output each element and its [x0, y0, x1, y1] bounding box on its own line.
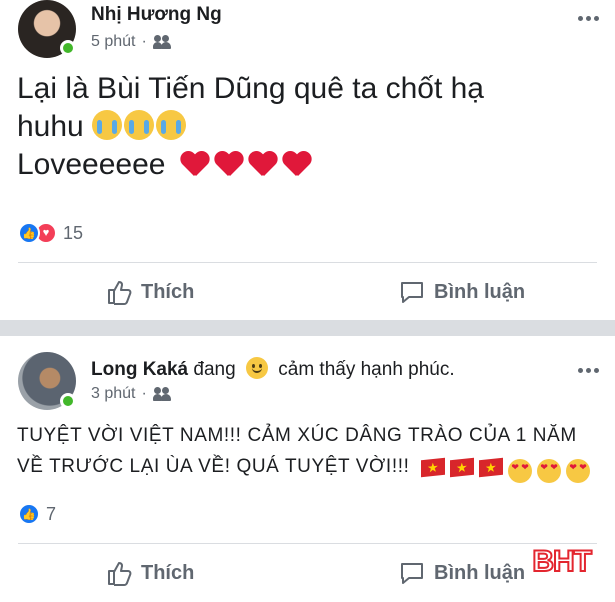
- thumbs-up-icon: [108, 281, 132, 305]
- heart-icon: [282, 150, 312, 178]
- heart-eyes-icon: [508, 459, 533, 483]
- heart-eyes-icon: [537, 459, 562, 483]
- post-text: Lại là Bùi Tiến Dũng quê ta chốt hạ huhu…: [17, 70, 607, 184]
- heart-emoji-group: [180, 150, 314, 178]
- author-name[interactable]: Long Kaká: [91, 359, 188, 380]
- reaction-count: 15: [63, 222, 84, 243]
- post-card: Nhị Hương Ng 5 phút · Lại là Bùi Tiến Dũ…: [0, 0, 615, 320]
- reaction-summary[interactable]: 👍 ♥ 15: [18, 222, 83, 244]
- online-status-dot: [60, 393, 76, 409]
- like-label: Thích: [141, 561, 195, 584]
- post-time[interactable]: 5 phút: [91, 33, 135, 51]
- post-text-line: VỀ TRƯỚC LẠI ÙA VỀ! QUÁ TUYỆT VỜI!!!: [17, 451, 607, 483]
- online-status-dot: [60, 40, 76, 56]
- like-reaction-icon: 👍: [18, 503, 40, 525]
- author-name[interactable]: Nhị Hương Ng: [91, 4, 222, 26]
- heart-icon: [248, 150, 278, 178]
- post-text: TUYỆT VỜI VIỆT NAM!!! CẢM XÚC DÂNG TRÀO …: [17, 420, 607, 483]
- comment-label: Bình luận: [434, 561, 526, 584]
- divider: [18, 262, 597, 263]
- author-line: Long Kaká đang cảm thấy hạnh phúc.: [91, 357, 455, 381]
- comment-icon: [401, 282, 423, 303]
- heart-icon: [180, 150, 210, 178]
- comment-label: Bình luận: [434, 280, 526, 303]
- separator-dot: ·: [141, 385, 147, 402]
- vietnam-flag-icon: [450, 457, 475, 478]
- more-options-icon[interactable]: [578, 16, 599, 21]
- heart-eyes-icon: [566, 459, 591, 483]
- divider: [18, 543, 597, 544]
- post-text-line: Loveeeeee: [17, 146, 607, 184]
- vietnam-flag-icon: [479, 457, 504, 478]
- like-button[interactable]: Thích: [105, 278, 194, 306]
- friends-icon: [152, 387, 171, 401]
- friends-icon: [152, 35, 171, 49]
- comment-button[interactable]: Bình luận: [398, 278, 525, 306]
- heart-icon: [214, 150, 244, 178]
- post-text-line: huhu: [17, 108, 607, 146]
- like-label: Thích: [141, 280, 195, 303]
- crying-face-icon: [92, 110, 123, 140]
- comment-icon: [401, 563, 423, 584]
- feeling-text[interactable]: cảm thấy hạnh phúc.: [278, 359, 454, 380]
- reaction-count: 7: [46, 503, 57, 524]
- thumbs-up-icon: [108, 562, 132, 586]
- reaction-summary[interactable]: 👍 7: [18, 503, 56, 525]
- separator-dot: ·: [141, 33, 147, 50]
- comment-button[interactable]: Bình luận: [398, 559, 525, 587]
- vietnam-flag-icon: [421, 457, 446, 478]
- watermark-logo: BHT: [531, 544, 593, 579]
- smiley-face-icon: [245, 357, 268, 379]
- feed-divider: [0, 320, 615, 336]
- crying-emoji-group: [92, 110, 187, 140]
- post-text-line: TUYỆT VỜI VIỆT NAM!!! CẢM XÚC DÂNG TRÀO …: [17, 425, 577, 446]
- post-time[interactable]: 3 phút: [91, 385, 135, 403]
- feeling-prefix: đang: [193, 359, 236, 380]
- post-text-line: Lại là Bùi Tiến Dũng quê ta chốt hạ: [17, 72, 484, 105]
- like-button[interactable]: Thích: [105, 559, 194, 587]
- post-meta: 5 phút ·: [91, 33, 171, 51]
- post-meta: 3 phút ·: [91, 385, 171, 403]
- crying-face-icon: [124, 110, 155, 140]
- emoji-group: [421, 457, 593, 483]
- crying-face-icon: [156, 110, 187, 140]
- more-options-icon[interactable]: [578, 368, 599, 373]
- like-reaction-icon: 👍: [18, 222, 40, 244]
